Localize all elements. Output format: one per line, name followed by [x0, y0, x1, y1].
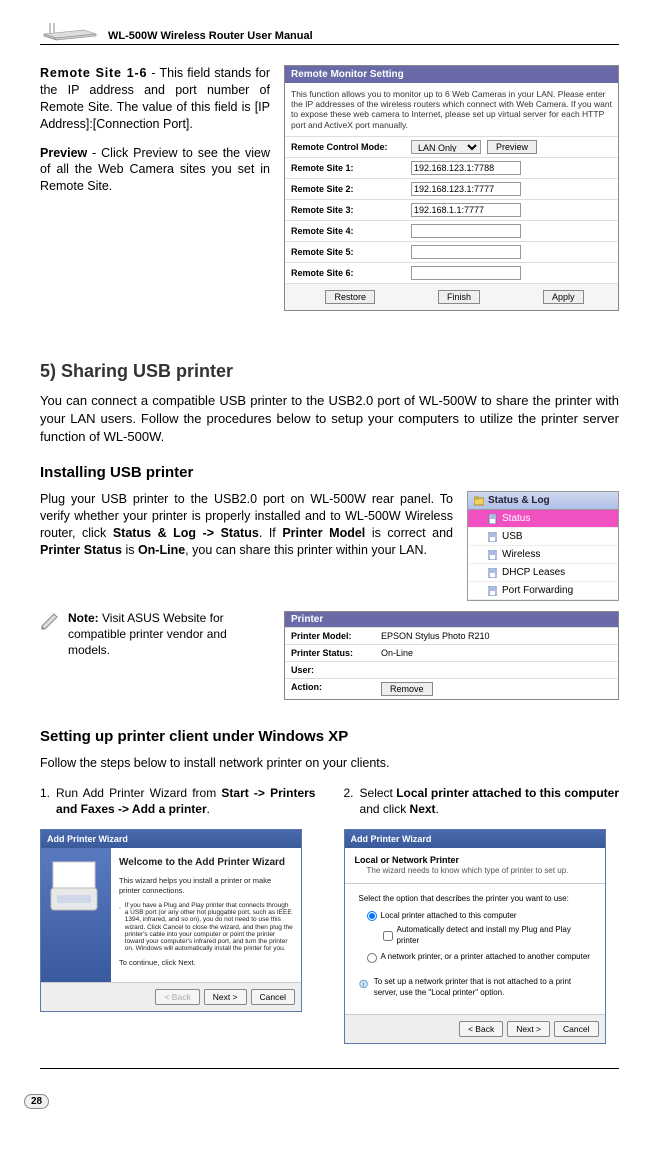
setup-intro: Follow the steps below to install networ…: [40, 755, 619, 773]
status-item-usb[interactable]: USB: [468, 528, 618, 546]
wizard-1-back-button: < Back: [155, 989, 199, 1005]
folder-icon: [474, 496, 484, 506]
router-icon: [40, 20, 100, 42]
note-box: Note: Visit ASUS Website for compatible …: [40, 611, 270, 658]
remote-site-label: Remote Site 1-6: [40, 66, 147, 80]
remote-site-description: Remote Site 1-6 - This field stands for …: [40, 65, 270, 311]
step-2: 2. Select Local printer attached to this…: [344, 785, 620, 817]
printer-model-label: Printer Model:: [291, 631, 381, 641]
network-printer-radio[interactable]: [367, 953, 377, 963]
local-printer-label: Local printer attached to this computer: [381, 911, 517, 922]
setup-heading: Setting up printer client under Windows …: [40, 728, 619, 745]
installing-body: Plug your USB printer to the USB2.0 port…: [40, 491, 453, 559]
printer-panel: Printer Printer Model:EPSON Stylus Photo…: [284, 611, 619, 700]
step-1: 1. Run Add Printer Wizard from Start -> …: [40, 785, 316, 817]
preview-label: Preview: [40, 146, 87, 160]
remote-site-2-label: Remote Site 2:: [291, 184, 411, 194]
wizard-2-sub: The wizard needs to know which type of p…: [367, 866, 595, 877]
status-item-dhcp[interactable]: DHCP Leases: [468, 564, 618, 582]
apply-button[interactable]: Apply: [543, 290, 584, 304]
remote-site-3-input[interactable]: [411, 203, 521, 217]
wizard-1-line1: This wizard helps you install a printer …: [119, 876, 293, 896]
installing-heading: Installing USB printer: [40, 464, 619, 481]
file-icon: [488, 514, 498, 524]
file-icon: [488, 586, 498, 596]
wizard-2-head: Local or Network Printer: [355, 854, 595, 866]
wizard-2-tip: To set up a network printer that is not …: [374, 977, 591, 999]
file-icon: [488, 568, 498, 578]
remote-site-5-input[interactable]: [411, 245, 521, 259]
remote-site-1-label: Remote Site 1:: [291, 163, 411, 173]
manual-title: WL-500W Wireless Router User Manual: [108, 30, 313, 42]
wizard-2-back-button[interactable]: < Back: [459, 1021, 503, 1037]
remote-site-6-input[interactable]: [411, 266, 521, 280]
file-icon: [488, 532, 498, 542]
wizard-2-prompt: Select the option that describes the pri…: [359, 894, 591, 905]
printer-user-label: User:: [291, 665, 381, 675]
wizard-1-info: If you have a Plug and Play printer that…: [125, 902, 293, 952]
remote-monitor-panel: Remote Monitor Setting This function all…: [284, 65, 619, 311]
printer-status-label: Printer Status:: [291, 648, 381, 658]
wizard-1-continue: To continue, click Next.: [119, 958, 293, 968]
status-item-status[interactable]: Status: [468, 510, 618, 528]
remote-site-2-input[interactable]: [411, 182, 521, 196]
section-5-body: You can connect a compatible USB printer…: [40, 392, 619, 447]
remote-site-5-label: Remote Site 5:: [291, 247, 411, 257]
network-printer-label: A network printer, or a printer attached…: [381, 952, 590, 963]
wizard-1-next-button[interactable]: Next >: [204, 989, 247, 1005]
status-item-wireless[interactable]: Wireless: [468, 546, 618, 564]
note-label: Note:: [68, 611, 99, 625]
remote-panel-title: Remote Monitor Setting: [285, 66, 618, 83]
wizard-1: Add Printer Wizard Welcome to the Add Pr…: [40, 829, 302, 1012]
section-5-heading: 5) Sharing USB printer: [40, 361, 619, 382]
file-icon: [488, 550, 498, 560]
remote-site-4-label: Remote Site 4:: [291, 226, 411, 236]
wizard-2-next-button[interactable]: Next >: [507, 1021, 550, 1037]
wizard-1-welcome: Welcome to the Add Printer Wizard: [119, 856, 293, 870]
printer-icon: [41, 848, 111, 978]
auto-detect-label: Automatically detect and install my Plug…: [397, 925, 591, 947]
page-number: 28: [24, 1094, 49, 1109]
restore-button[interactable]: Restore: [325, 290, 375, 304]
pencil-icon: [40, 611, 60, 631]
status-menu-head: Status & Log: [488, 495, 550, 506]
svg-text:i: i: [362, 982, 363, 989]
remote-panel-description: This function allows you to monitor up t…: [285, 83, 618, 136]
info-icon: i: [359, 977, 368, 991]
status-log-menu: Status & Log Status USB Wireless: [467, 491, 619, 601]
printer-status-value: On-Line: [381, 648, 413, 658]
auto-detect-checkbox[interactable]: [383, 931, 393, 941]
printer-action-label: Action:: [291, 682, 381, 696]
remote-site-1-input[interactable]: [411, 161, 521, 175]
info-icon: i: [119, 902, 121, 914]
control-mode-select[interactable]: LAN Only: [411, 140, 481, 154]
finish-button[interactable]: Finish: [438, 290, 480, 304]
remote-site-3-label: Remote Site 3:: [291, 205, 411, 215]
remote-site-6-label: Remote Site 6:: [291, 268, 411, 278]
printer-model-value: EPSON Stylus Photo R210: [381, 631, 490, 641]
wizard-1-title: Add Printer Wizard: [41, 830, 301, 848]
remote-site-4-input[interactable]: [411, 224, 521, 238]
preview-button[interactable]: Preview: [487, 140, 537, 154]
wizard-2-cancel-button[interactable]: Cancel: [554, 1021, 598, 1037]
status-item-portfwd[interactable]: Port Forwarding: [468, 582, 618, 600]
remove-button[interactable]: Remove: [381, 682, 433, 696]
wizard-2-title: Add Printer Wizard: [345, 830, 605, 848]
printer-panel-title: Printer: [285, 612, 618, 627]
wizard-1-cancel-button[interactable]: Cancel: [251, 989, 295, 1005]
page-header: WL-500W Wireless Router User Manual: [40, 20, 619, 45]
local-printer-radio[interactable]: [367, 911, 377, 921]
wizard-2: Add Printer Wizard Local or Network Prin…: [344, 829, 606, 1044]
control-mode-label: Remote Control Mode:: [291, 142, 411, 152]
